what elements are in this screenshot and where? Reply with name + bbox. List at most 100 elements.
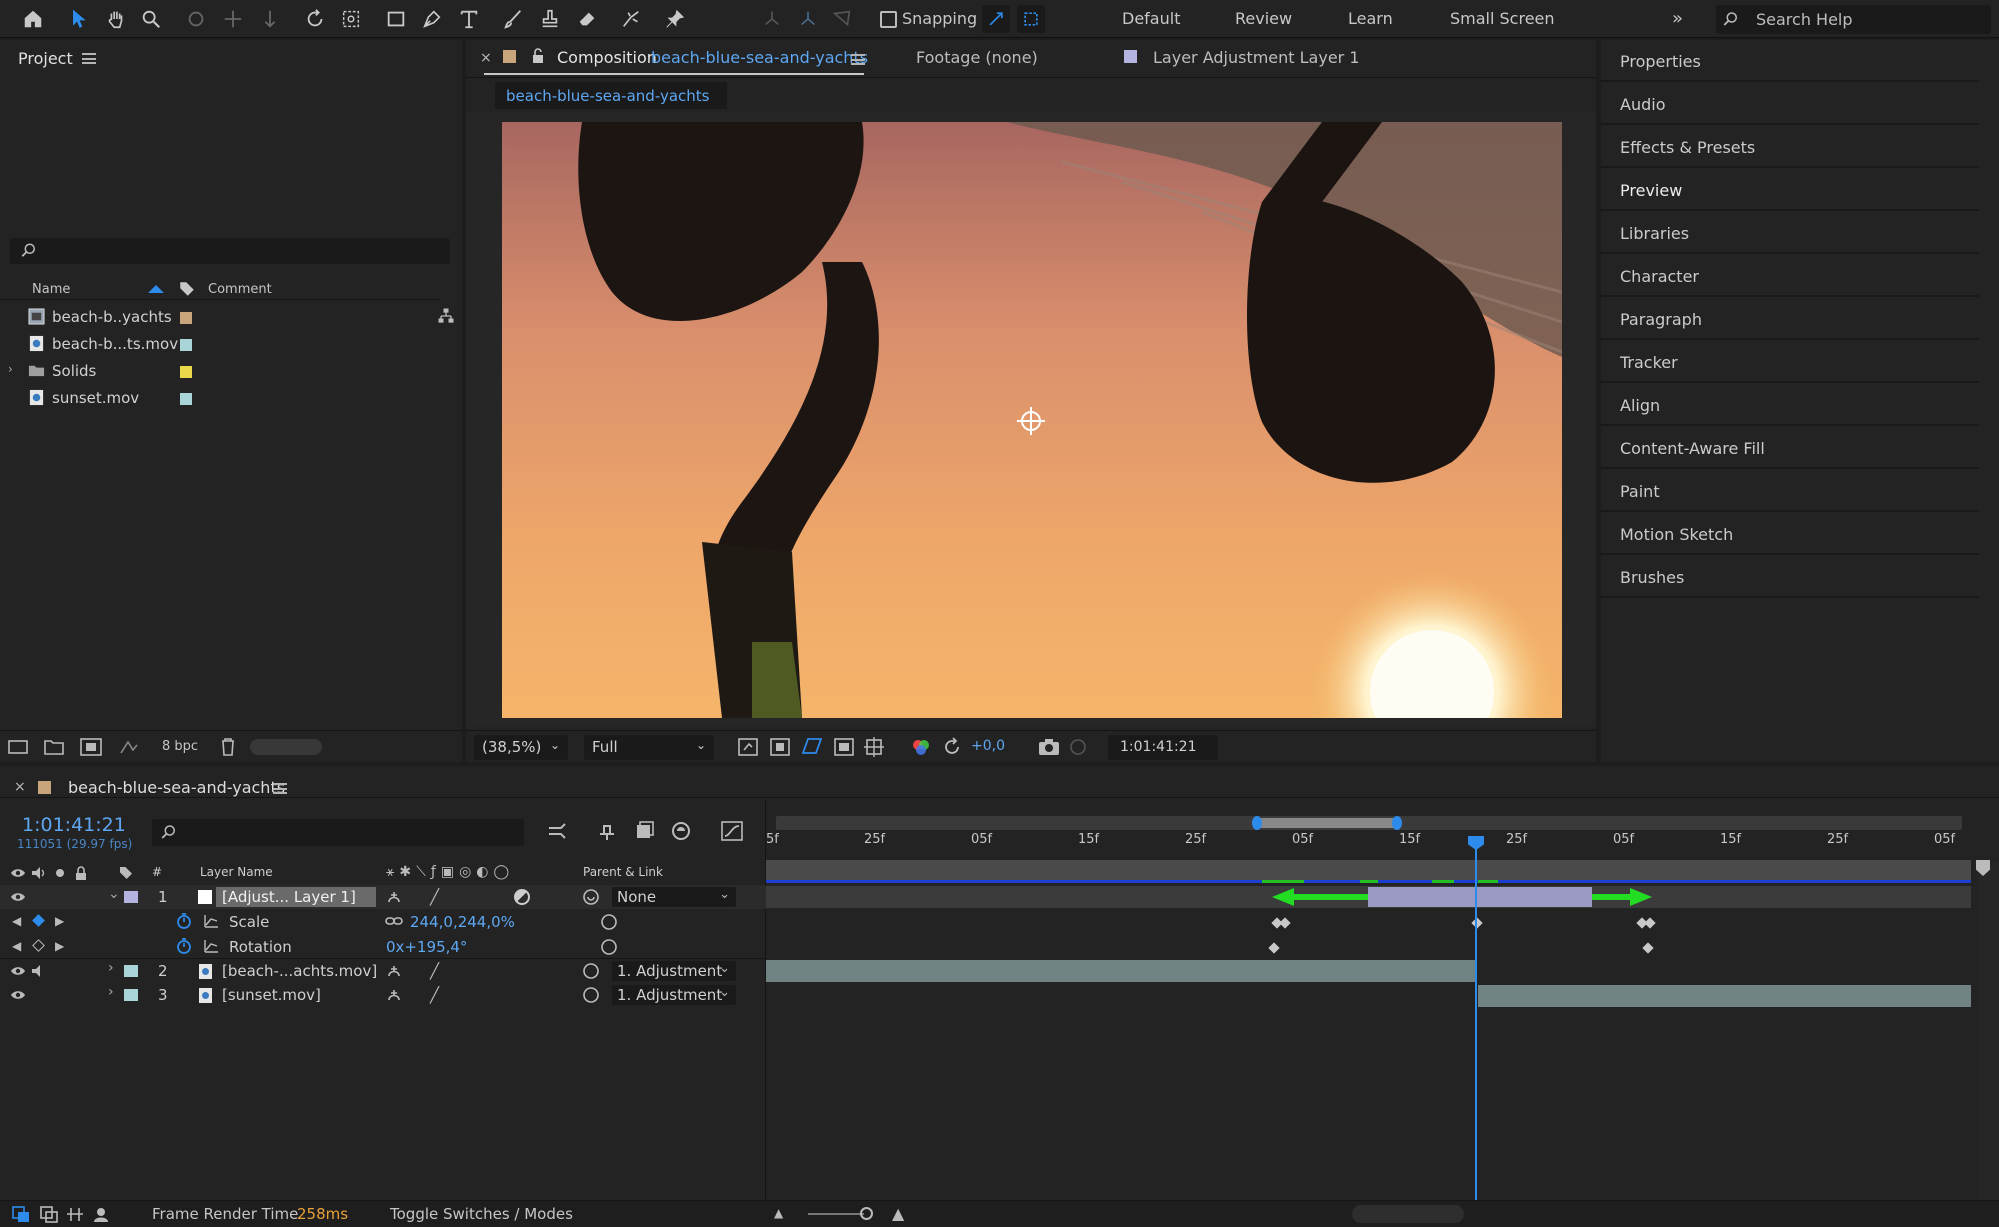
layer-label-color[interactable]: [124, 891, 138, 903]
dolly-camera-icon[interactable]: [255, 4, 285, 34]
panel-brushes[interactable]: Brushes: [1601, 556, 1979, 598]
pick-whip-icon[interactable]: [582, 986, 600, 1004]
eraser-tool-icon[interactable]: [572, 4, 602, 34]
new-composition-icon[interactable]: [80, 738, 102, 756]
project-item[interactable]: beach-b..yachts: [0, 304, 440, 330]
panel-character[interactable]: Character: [1601, 255, 1979, 297]
project-item[interactable]: sunset.mov: [0, 385, 440, 411]
close-tab-icon[interactable]: ×: [14, 779, 26, 795]
navigator-end-handle[interactable]: [1392, 816, 1402, 830]
work-area-bar[interactable]: [766, 860, 1971, 880]
rotate-tool-icon[interactable]: [300, 4, 330, 34]
expand-chevron-icon[interactable]: ›: [108, 960, 114, 976]
flowchart-icon[interactable]: [436, 306, 456, 330]
lock-icon[interactable]: [74, 866, 88, 881]
composition-tab-name[interactable]: beach-blue-sea-and-yachts: [651, 48, 868, 67]
layer-label-color[interactable]: [124, 989, 138, 1001]
panel-content-aware-fill[interactable]: Content-Aware Fill: [1601, 427, 1979, 469]
expand-chevron-icon[interactable]: ›: [108, 984, 114, 1000]
render-time-icon[interactable]: [92, 1206, 110, 1223]
expand-chevron-icon[interactable]: ›: [8, 362, 13, 376]
workspace-learn[interactable]: Learn: [1348, 9, 1393, 28]
layer-switches-icon[interactable]: [12, 1206, 30, 1223]
clone-stamp-tool-icon[interactable]: [535, 4, 565, 34]
magnification-dropdown[interactable]: (38,5%) ⌄: [474, 735, 568, 760]
label-color-swatch[interactable]: [180, 366, 192, 378]
shy-switch-icon[interactable]: [386, 889, 402, 905]
zoom-in-icon[interactable]: ▲: [892, 1204, 904, 1223]
transparency-grid-icon[interactable]: [770, 738, 790, 756]
label-color-swatch[interactable]: [180, 312, 192, 324]
home-icon[interactable]: [18, 4, 48, 34]
puppet-pin-tool-icon[interactable]: [660, 4, 690, 34]
previous-keyframe-icon[interactable]: ◀: [12, 939, 21, 953]
timeline-horizontal-scrollbar[interactable]: [1352, 1205, 1464, 1223]
zoom-slider-track[interactable]: [808, 1213, 864, 1215]
fast-previews-icon[interactable]: [738, 738, 758, 756]
timeline-menu-icon[interactable]: [273, 783, 287, 794]
previous-keyframe-icon[interactable]: ◀: [12, 914, 21, 928]
lock-icon[interactable]: [531, 48, 545, 64]
brush-tool-icon[interactable]: [498, 4, 528, 34]
panel-paragraph[interactable]: Paragraph: [1601, 298, 1979, 340]
navigator-start-handle[interactable]: [1252, 816, 1262, 830]
constrain-proportions-icon[interactable]: [385, 915, 403, 927]
snap-edges-icon[interactable]: [982, 5, 1010, 33]
composition-mini-flowchart-icon[interactable]: [547, 820, 569, 842]
transfer-controls-icon[interactable]: [40, 1206, 58, 1223]
overflow-chevron-icon[interactable]: »: [1672, 8, 1683, 29]
reset-exposure-icon[interactable]: [942, 737, 962, 757]
show-snapshot-icon[interactable]: [1068, 738, 1088, 756]
quality-switch-icon[interactable]: ╱: [430, 888, 439, 906]
next-keyframe-icon[interactable]: ▶: [55, 939, 64, 953]
panel-audio[interactable]: Audio: [1601, 83, 1979, 125]
workspace-review[interactable]: Review: [1235, 9, 1292, 28]
selection-tool-icon[interactable]: [64, 4, 94, 34]
layer-tab[interactable]: Layer Adjustment Layer 1: [1153, 48, 1360, 67]
parent-dropdown[interactable]: None ⌄: [612, 887, 736, 907]
layer-label-color[interactable]: [124, 965, 138, 977]
add-keyframe-icon[interactable]: [32, 914, 45, 927]
property-value[interactable]: 244,0,244,0%: [410, 913, 515, 931]
layer-row[interactable]: ⌄ 1 [Adjust... Layer 1] ╱ None ⌄: [0, 885, 766, 909]
roto-brush-tool-icon[interactable]: [616, 4, 646, 34]
layer-name[interactable]: [sunset.mov]: [222, 986, 321, 1004]
audio-icon[interactable]: [31, 964, 47, 978]
quality-switch-icon[interactable]: ╱: [430, 962, 439, 980]
layer-name-field[interactable]: [Adjust... Layer 1]: [216, 887, 376, 907]
property-row-rotation[interactable]: ◀ ▶ Rotation 0x+195,4°: [0, 935, 766, 959]
label-color-swatch[interactable]: [180, 393, 192, 405]
pen-tool-icon[interactable]: [417, 4, 447, 34]
quality-switch-icon[interactable]: ╱: [430, 986, 439, 1004]
snapping-checkbox[interactable]: [880, 11, 897, 28]
axis-world-icon[interactable]: [793, 4, 823, 34]
interpret-footage-icon[interactable]: [8, 738, 28, 756]
workspace-default[interactable]: Default: [1122, 9, 1180, 28]
graph-icon[interactable]: [203, 913, 219, 929]
zoom-out-icon[interactable]: ▲: [774, 1206, 783, 1220]
grid-guides-icon[interactable]: [864, 737, 884, 757]
pan-camera-icon[interactable]: [218, 4, 248, 34]
layer-row[interactable]: › 2 [beach-...achts.mov] ╱ 1. Adjustment…: [0, 958, 766, 982]
expand-chevron-icon[interactable]: ⌄: [108, 886, 120, 902]
axis-view-icon[interactable]: [827, 4, 857, 34]
panel-align[interactable]: Align: [1601, 384, 1979, 426]
label-tag-icon[interactable]: [178, 280, 196, 302]
sort-ascending-icon[interactable]: [148, 285, 164, 293]
stopwatch-icon[interactable]: [176, 938, 192, 954]
current-time-indicator[interactable]: [1475, 846, 1477, 1200]
close-tab-icon[interactable]: ×: [480, 50, 492, 66]
layer-2-duration-bar[interactable]: [766, 960, 1475, 982]
graph-icon[interactable]: [203, 938, 219, 954]
composition-menu-icon[interactable]: [851, 54, 865, 65]
pick-whip-icon[interactable]: [600, 913, 618, 931]
audio-icon[interactable]: [31, 866, 47, 880]
channels-icon[interactable]: [911, 738, 931, 756]
workspace-small-screen[interactable]: Small Screen: [1450, 9, 1555, 28]
graph-editor-icon[interactable]: [720, 820, 744, 842]
column-layer-name[interactable]: Layer Name: [200, 865, 273, 879]
panel-motion-sketch[interactable]: Motion Sketch: [1601, 513, 1979, 555]
add-keyframe-icon[interactable]: [32, 939, 45, 952]
rectangle-tool-icon[interactable]: [381, 4, 411, 34]
shy-switch-icon[interactable]: [386, 987, 402, 1003]
